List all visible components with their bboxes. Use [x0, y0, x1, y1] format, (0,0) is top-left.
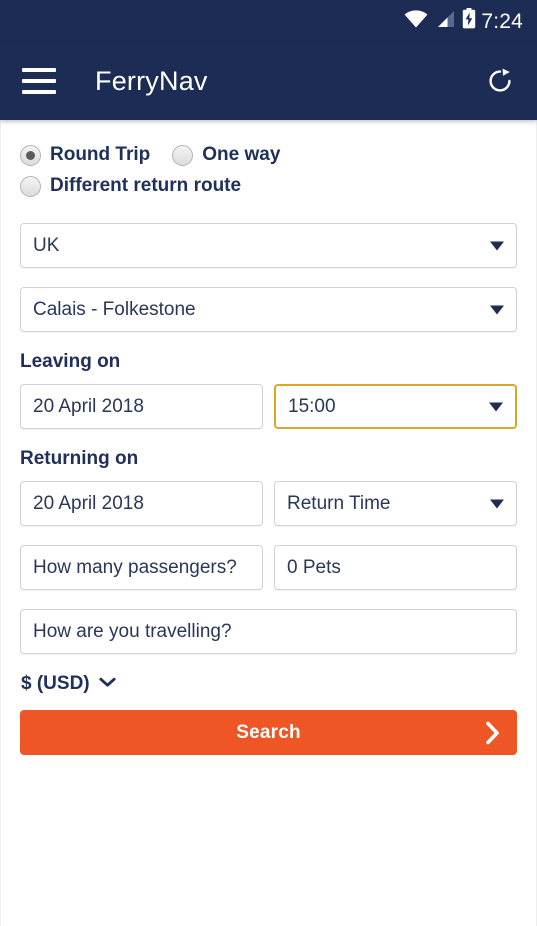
passengers-select[interactable]: How many passengers?: [20, 545, 263, 590]
country-select[interactable]: UK: [20, 223, 517, 268]
hamburger-bar: [22, 68, 56, 72]
returning-on-row: 20 April 2018 Return Time: [20, 481, 517, 545]
pets-value: 0 Pets: [287, 556, 341, 578]
trip-type-row: Round Trip One way: [20, 144, 517, 175]
leaving-time-select[interactable]: 15:00: [274, 384, 517, 429]
radio-mark-icon: [20, 175, 41, 197]
passengers-value: How many passengers?: [33, 556, 237, 578]
returning-time-select[interactable]: Return Time: [274, 481, 517, 526]
trip-type-row: Different return route: [20, 175, 517, 206]
route-select-value: Calais - Folkestone: [33, 298, 196, 320]
app-screen: 7:24 FerryNav Round Trip One way Differe…: [0, 0, 537, 926]
chevron-down-icon: [99, 675, 116, 693]
returning-date-input[interactable]: 20 April 2018: [20, 481, 263, 526]
radio-different-return-route-label: Different return route: [50, 175, 242, 196]
radio-mark-icon: [172, 144, 194, 166]
chevron-down-icon: [490, 499, 504, 508]
search-form: Round Trip One way Different return rout…: [0, 120, 537, 926]
search-button-label: Search: [236, 721, 301, 743]
hamburger-bar: [22, 90, 56, 94]
leaving-date-input[interactable]: 20 April 2018: [20, 384, 263, 429]
radio-one-way[interactable]: One way: [172, 144, 280, 166]
wifi-icon: [404, 9, 428, 33]
pets-select[interactable]: 0 Pets: [274, 545, 517, 590]
returning-on-label: Returning on: [20, 448, 139, 469]
chevron-down-icon: [490, 305, 504, 314]
radio-different-return-route[interactable]: Different return route: [20, 175, 241, 197]
hamburger-bar: [22, 79, 56, 83]
radio-round-trip-label: Round Trip: [50, 144, 151, 165]
cell-signal-icon: [435, 10, 455, 33]
returning-time-value: Return Time: [287, 492, 391, 514]
hamburger-menu-icon[interactable]: [22, 68, 56, 94]
app-bar: FerryNav: [0, 42, 537, 120]
returning-date-value: 20 April 2018: [33, 492, 144, 514]
travelling-select[interactable]: How are you travelling?: [20, 609, 517, 654]
leaving-on-row: 20 April 2018 15:00: [20, 384, 517, 448]
refresh-icon[interactable]: [483, 64, 517, 98]
leaving-time-value: 15:00: [288, 395, 336, 417]
battery-charging-icon: [462, 8, 476, 34]
app-title: FerryNav: [95, 65, 208, 96]
route-select[interactable]: Calais - Folkestone: [20, 287, 517, 332]
radio-round-trip[interactable]: Round Trip: [20, 144, 150, 166]
radio-one-way-label: One way: [202, 144, 281, 165]
status-bar: 7:24: [0, 0, 537, 42]
country-select-value: UK: [33, 234, 60, 256]
trip-type-radio-group: Round Trip One way Different return rout…: [20, 144, 517, 206]
leaving-on-label: Leaving on: [20, 351, 121, 372]
status-bar-icons: [404, 8, 476, 34]
search-button[interactable]: Search: [20, 710, 517, 755]
radio-mark-icon: [20, 144, 41, 166]
chevron-down-icon: [489, 402, 503, 411]
currency-selector[interactable]: $ (USD): [21, 673, 116, 695]
leaving-date-value: 20 April 2018: [33, 395, 144, 417]
chevron-right-icon: [485, 720, 501, 745]
passengers-pets-row: How many passengers? 0 Pets: [20, 545, 517, 609]
travelling-value: How are you travelling?: [33, 620, 232, 642]
currency-value: $ (USD): [21, 673, 90, 694]
chevron-down-icon: [490, 241, 504, 250]
status-bar-clock: 7:24: [481, 9, 523, 33]
